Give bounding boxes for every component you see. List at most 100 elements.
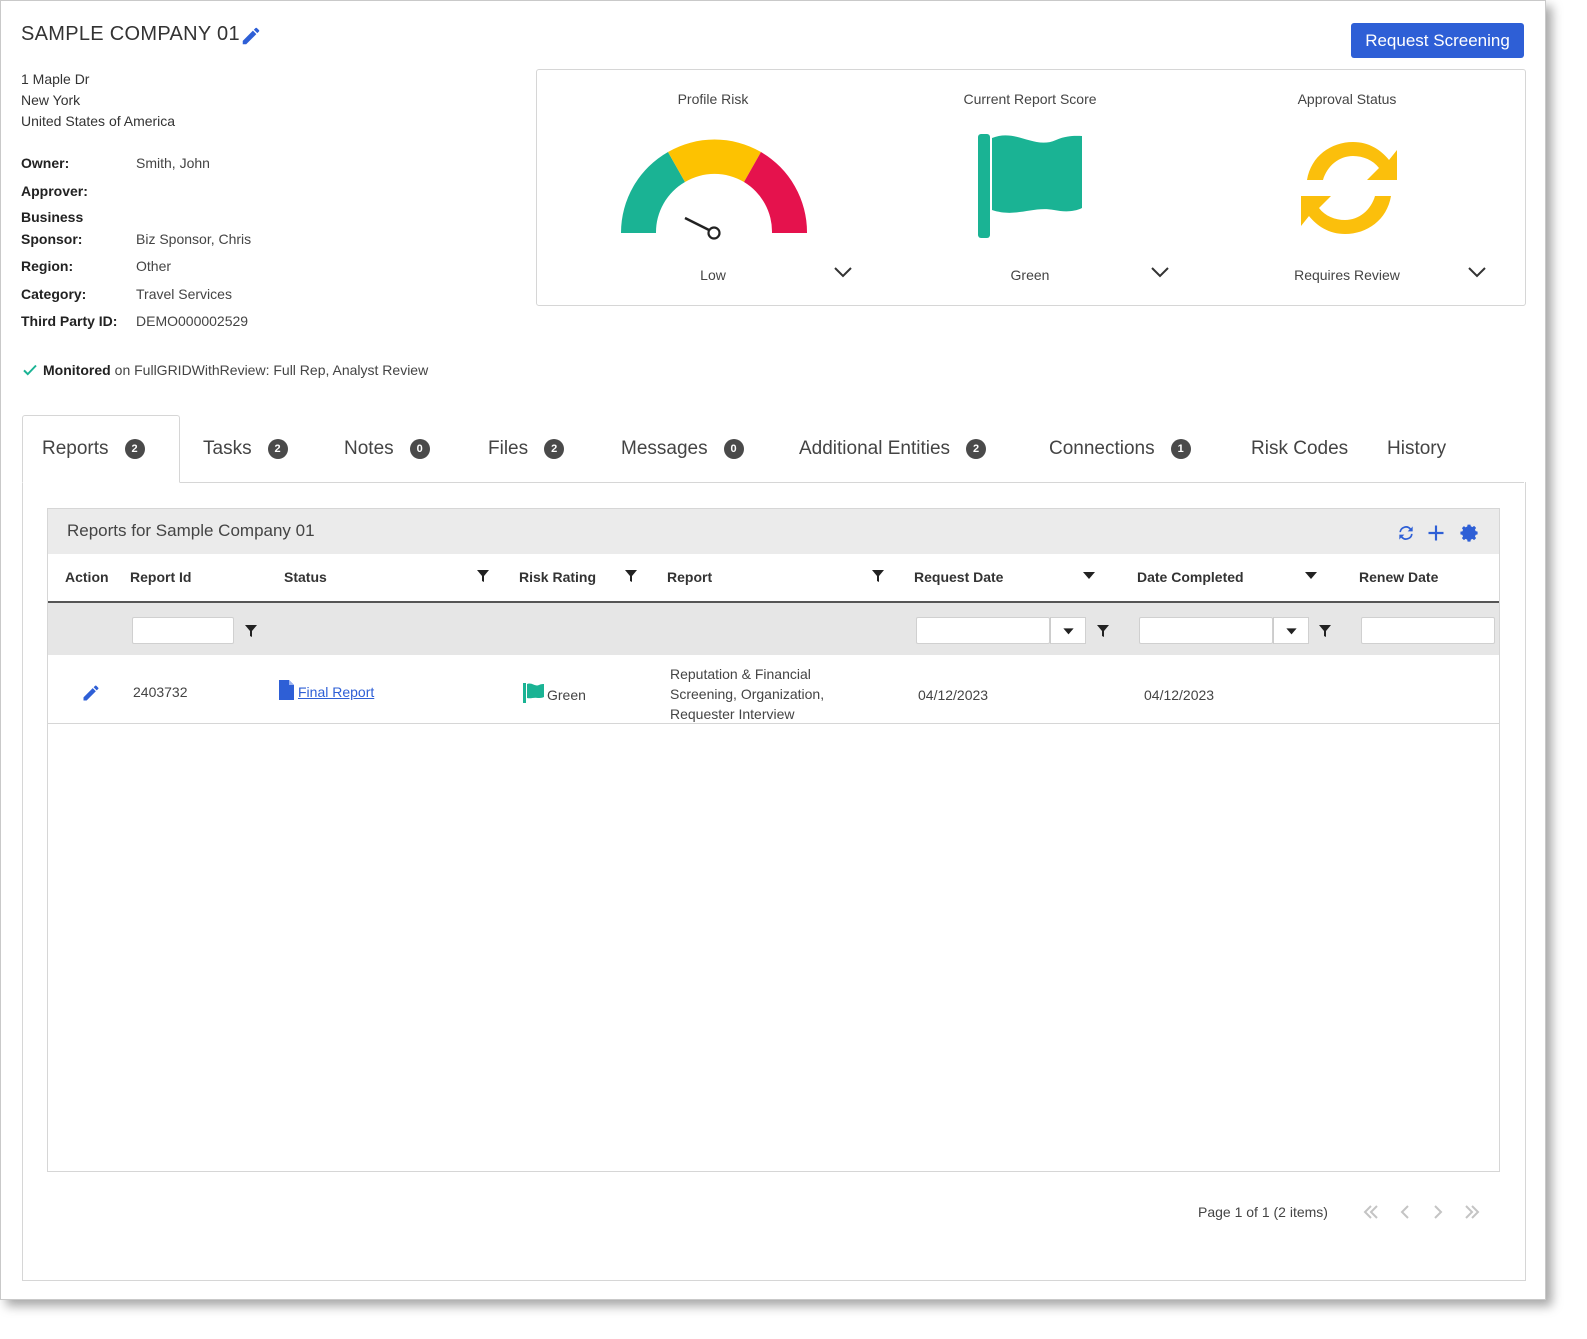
filter-icon[interactable]: [476, 569, 490, 583]
col-request-date[interactable]: Request Date: [914, 569, 1003, 585]
third-party-id-value: DEMO000002529: [136, 313, 249, 329]
caret-down-icon: [1063, 628, 1074, 635]
monitored-status: Monitored on FullGRIDWithReview: Full Re…: [21, 361, 428, 379]
gear-icon[interactable]: [1459, 523, 1479, 543]
tab-label: Additional Entities: [799, 438, 951, 459]
caret-down-icon: [1286, 628, 1297, 635]
report-score-card: Current Report Score Green: [872, 70, 1188, 305]
col-renew-date[interactable]: Renew Date: [1359, 569, 1438, 585]
monitored-text: on FullGRIDWithReview: Full Rep, Analyst…: [114, 362, 429, 378]
report-text: Screening, Organization,: [670, 686, 825, 702]
tab-messages[interactable]: Messages 0: [621, 415, 744, 483]
request-screening-button[interactable]: Request Screening: [1351, 23, 1524, 58]
col-report-id[interactable]: Report Id: [130, 569, 191, 585]
reports-grid: Reports for Sample Company 01 Action Rep…: [47, 508, 1500, 1172]
grid-header: Reports for Sample Company 01: [48, 509, 1499, 554]
report-text: Reputation & Financial: [670, 666, 811, 682]
request-date-filter-input[interactable]: [916, 617, 1050, 644]
request-date-cell: 04/12/2023: [918, 687, 989, 703]
report-cell: Reputation & Financial Screening, Organi…: [670, 664, 824, 724]
edit-pencil-icon[interactable]: [240, 25, 262, 47]
col-date-completed[interactable]: Date Completed: [1137, 569, 1244, 585]
final-report-link[interactable]: Final Report: [298, 684, 374, 700]
tab-notes[interactable]: Notes 0: [344, 415, 430, 483]
date-completed-filter-input[interactable]: [1139, 617, 1273, 644]
col-action: Action: [65, 569, 109, 585]
tab-label: Risk Codes: [1251, 438, 1349, 459]
owner-label: Owner:: [21, 155, 70, 171]
address-line: 1 Maple Dr: [21, 71, 90, 87]
report-text: Requester Interview: [670, 706, 795, 722]
chevron-down-icon[interactable]: [1467, 265, 1487, 279]
category-value: Travel Services: [136, 286, 232, 302]
tab-bar: Reports 2 Tasks 2 Notes 0 Files 2 Messag…: [22, 415, 1524, 483]
grid-title: Reports for Sample Company 01: [67, 521, 315, 540]
count-badge: 2: [544, 439, 565, 459]
count-badge: 2: [267, 439, 288, 459]
owner-value: Smith, John: [136, 155, 210, 171]
tab-files[interactable]: Files 2: [488, 415, 565, 483]
date-completed-picker-button[interactable]: [1273, 617, 1309, 644]
tab-label: Files: [488, 438, 529, 459]
chevron-down-icon[interactable]: [833, 265, 853, 279]
address-line: New York: [21, 92, 81, 108]
filter-icon[interactable]: [244, 624, 258, 638]
filter-icon[interactable]: [871, 569, 885, 583]
tab-label: History: [1387, 438, 1447, 459]
risk-rating-cell: Green: [547, 687, 586, 703]
sponsor-label: Sponsor:: [21, 231, 83, 247]
last-page-icon[interactable]: [1461, 1201, 1483, 1223]
date-completed-cell: 04/12/2023: [1144, 687, 1215, 703]
chevron-down-icon[interactable]: [1150, 265, 1170, 279]
refresh-icon[interactable]: [1396, 523, 1416, 543]
pager-info: Page 1 of 1 (2 items): [1198, 1204, 1328, 1220]
address-block: 1 Maple Dr New York United States of Ame…: [21, 69, 175, 132]
filter-icon[interactable]: [624, 569, 638, 583]
tab-history[interactable]: History: [1387, 415, 1446, 483]
monitored-label: Monitored: [43, 362, 111, 378]
filter-icon[interactable]: [1318, 624, 1332, 638]
col-report[interactable]: Report: [667, 569, 712, 585]
approver-label: Approver:: [21, 183, 88, 199]
tab-tasks[interactable]: Tasks 2: [203, 415, 288, 483]
report-id-filter-input[interactable]: [132, 617, 234, 644]
profile-risk-card: Profile Risk Low: [555, 70, 871, 305]
profile-risk-title: Profile Risk: [677, 91, 749, 107]
edit-pencil-icon[interactable]: [81, 683, 101, 703]
green-flag-icon: [978, 134, 1082, 238]
tab-reports[interactable]: Reports 2: [22, 415, 180, 483]
tab-label: Messages: [621, 438, 708, 459]
summary-panel: Profile Risk Low Current Report Score Gr…: [536, 69, 1526, 306]
add-icon[interactable]: [1426, 523, 1446, 543]
previous-page-icon[interactable]: [1394, 1201, 1416, 1223]
third-party-id-label: Third Party ID:: [21, 313, 118, 329]
count-badge: 1: [1170, 439, 1191, 459]
filter-icon[interactable]: [1096, 624, 1110, 638]
col-risk-rating[interactable]: Risk Rating: [519, 569, 596, 585]
col-status[interactable]: Status: [284, 569, 327, 585]
tab-label: Tasks: [203, 438, 252, 459]
next-page-icon[interactable]: [1427, 1201, 1449, 1223]
count-badge: 2: [124, 439, 145, 459]
tab-connections[interactable]: Connections 1: [1049, 415, 1191, 483]
region-value: Other: [136, 258, 172, 274]
tab-risk-codes[interactable]: Risk Codes: [1251, 415, 1348, 483]
count-badge: 0: [409, 439, 430, 459]
sort-down-icon[interactable]: [1304, 569, 1318, 583]
first-page-icon[interactable]: [1360, 1201, 1382, 1223]
sponsor-value: Biz Sponsor, Chris: [136, 231, 252, 247]
approval-status-value: Requires Review: [1294, 267, 1400, 283]
sort-down-icon[interactable]: [1082, 569, 1096, 583]
count-badge: 2: [966, 439, 987, 459]
company-title: SAMPLE COMPANY 01: [21, 23, 240, 45]
green-flag-icon: [523, 683, 544, 703]
main-panel: SAMPLE COMPANY 01 Request Screening 1 Ma…: [0, 0, 1546, 1300]
tab-label: Connections: [1049, 438, 1155, 459]
approval-status-title: Approval Status: [1297, 91, 1397, 107]
request-date-picker-button[interactable]: [1050, 617, 1086, 644]
report-score-value: Green: [1010, 267, 1050, 283]
profile-risk-value: Low: [700, 267, 726, 283]
renew-date-filter-input[interactable]: [1361, 617, 1495, 644]
column-headers: Action Report Id Status Risk Rating Repo…: [48, 554, 1499, 603]
tab-additional-entities[interactable]: Additional Entities 2: [799, 415, 987, 483]
